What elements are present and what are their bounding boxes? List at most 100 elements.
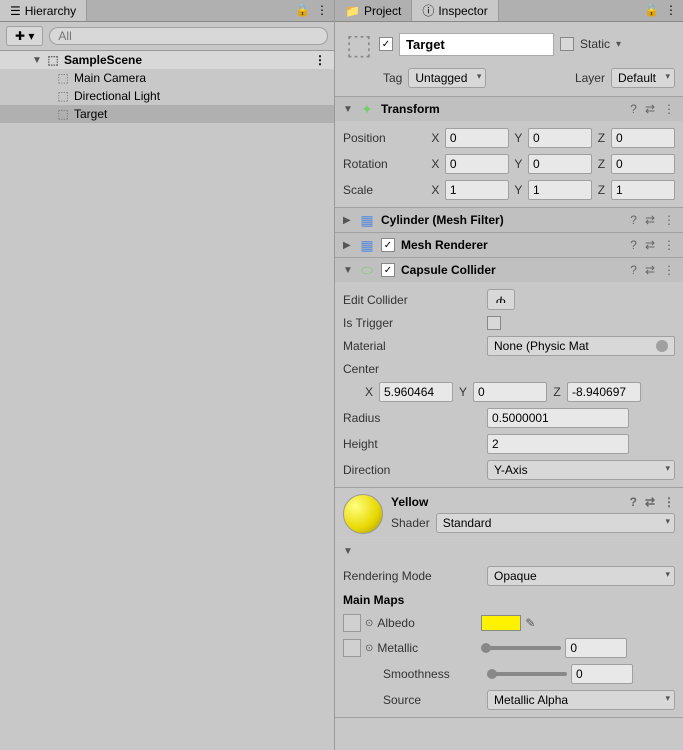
tag-dropdown[interactable]: Untagged bbox=[408, 68, 486, 88]
foldout-icon[interactable]: ▶ bbox=[343, 240, 353, 251]
hierarchy-item-camera[interactable]: ⬚ Main Camera bbox=[0, 69, 334, 87]
metallic-input[interactable] bbox=[565, 638, 627, 658]
rotation-x-input[interactable] bbox=[445, 154, 509, 174]
edit-collider-label: Edit Collider bbox=[343, 293, 483, 307]
center-z-input[interactable] bbox=[567, 382, 641, 402]
center-label: Center bbox=[343, 362, 433, 376]
eyedropper-icon[interactable]: ✎ bbox=[525, 616, 539, 630]
preset-icon[interactable]: ⇄ bbox=[645, 238, 655, 252]
help-icon[interactable]: ? bbox=[630, 495, 637, 509]
layer-dropdown[interactable]: Default bbox=[611, 68, 675, 88]
static-dropdown-icon[interactable]: ▾ bbox=[616, 39, 621, 50]
inspector-tab-label: Inspector bbox=[438, 4, 487, 18]
position-x-input[interactable] bbox=[445, 128, 509, 148]
texture-link-icon[interactable]: ⊙ bbox=[365, 643, 373, 654]
scale-z-input[interactable] bbox=[611, 180, 675, 200]
material-component: Yellow ?⇄⋮ Shader Standard ▼ Rendering M… bbox=[335, 488, 683, 718]
rendering-mode-dropdown[interactable]: Opaque bbox=[487, 566, 675, 586]
foldout-icon[interactable]: ▶ bbox=[343, 215, 353, 226]
height-input[interactable] bbox=[487, 434, 629, 454]
direction-dropdown[interactable]: Y-Axis bbox=[487, 460, 675, 480]
hierarchy-item-target[interactable]: ⬚ Target bbox=[0, 105, 334, 123]
inspector-tab-bar: 📁 Project ⓘ Inspector 🔒 ⋮ bbox=[335, 0, 683, 22]
rotation-z-input[interactable] bbox=[611, 154, 675, 174]
static-checkbox[interactable] bbox=[560, 37, 574, 51]
lock-icon[interactable]: 🔒 bbox=[295, 3, 310, 18]
capsule-collider-component: ▼ ⬭ ✓ Capsule Collider ? ⇄ ⋮ Edit Collider… bbox=[335, 258, 683, 488]
menu-icon[interactable]: ⋮ bbox=[663, 238, 675, 252]
help-icon[interactable]: ? bbox=[630, 263, 637, 277]
position-z-input[interactable] bbox=[611, 128, 675, 148]
scene-menu-icon[interactable]: ⋮ bbox=[314, 53, 326, 67]
radius-input[interactable] bbox=[487, 408, 629, 428]
preset-icon[interactable]: ⇄ bbox=[645, 263, 655, 277]
inspector-tab[interactable]: ⓘ Inspector bbox=[412, 0, 498, 21]
mesh-filter-title: Cylinder (Mesh Filter) bbox=[381, 213, 624, 227]
search-input[interactable] bbox=[49, 27, 328, 45]
rotation-row: Rotation X Y Z bbox=[343, 151, 675, 177]
menu-icon[interactable]: ⋮ bbox=[665, 3, 677, 18]
position-y-input[interactable] bbox=[528, 128, 592, 148]
y-label: Y bbox=[513, 131, 524, 145]
scene-item[interactable]: ▼ ⬚ SampleScene ⋮ bbox=[0, 51, 334, 69]
texture-link-icon[interactable]: ⊙ bbox=[365, 618, 373, 629]
help-icon[interactable]: ? bbox=[630, 102, 637, 116]
foldout-icon[interactable]: ▼ bbox=[32, 55, 42, 66]
menu-icon[interactable]: ⋮ bbox=[663, 102, 675, 116]
menu-icon[interactable]: ⋮ bbox=[663, 495, 675, 509]
is-trigger-checkbox[interactable] bbox=[487, 316, 501, 330]
menu-icon[interactable]: ⋮ bbox=[316, 3, 328, 18]
lock-icon[interactable]: 🔒 bbox=[644, 3, 659, 18]
metallic-slider[interactable] bbox=[481, 646, 561, 650]
project-tab[interactable]: 📁 Project bbox=[335, 0, 412, 21]
source-dropdown[interactable]: Metallic Alpha bbox=[487, 690, 675, 710]
center-y-input[interactable] bbox=[473, 382, 547, 402]
scale-x-input[interactable] bbox=[445, 180, 509, 200]
center-x-input[interactable] bbox=[379, 382, 453, 402]
albedo-texture-slot[interactable] bbox=[343, 614, 361, 632]
hierarchy-tab-bar: ☰ Hierarchy 🔒 ⋮ bbox=[0, 0, 334, 22]
material-foldout-icon[interactable]: ▼ bbox=[343, 546, 353, 557]
static-label: Static bbox=[580, 37, 610, 51]
capsule-collider-title: Capsule Collider bbox=[401, 263, 624, 277]
object-cube-icon[interactable]: ⬚ bbox=[343, 28, 375, 60]
help-icon[interactable]: ? bbox=[630, 213, 637, 227]
smoothness-slider[interactable] bbox=[487, 672, 567, 676]
preset-icon[interactable]: ⇄ bbox=[645, 102, 655, 116]
foldout-icon[interactable]: ▼ bbox=[343, 265, 353, 276]
mesh-renderer-component: ▶ ▦ ✓ Mesh Renderer ?⇄⋮ bbox=[335, 233, 683, 258]
object-picker-icon[interactable] bbox=[656, 340, 668, 352]
hierarchy-tab[interactable]: ☰ Hierarchy bbox=[0, 0, 87, 21]
position-row: Position X Y Z bbox=[343, 125, 675, 151]
albedo-color-swatch[interactable] bbox=[481, 615, 521, 631]
albedo-label: Albedo bbox=[377, 616, 477, 630]
menu-icon[interactable]: ⋮ bbox=[663, 263, 675, 277]
material-field[interactable]: None (Physic Mat bbox=[487, 336, 675, 356]
transform-title: Transform bbox=[381, 102, 624, 116]
help-icon[interactable]: ? bbox=[630, 238, 637, 252]
edit-collider-button[interactable]: ሐ bbox=[487, 289, 515, 310]
object-name-input[interactable] bbox=[399, 33, 554, 56]
metallic-texture-slot[interactable] bbox=[343, 639, 361, 657]
shader-dropdown[interactable]: Standard bbox=[436, 513, 675, 533]
active-checkbox[interactable]: ✓ bbox=[379, 37, 393, 51]
collider-icon: ⬭ bbox=[359, 262, 375, 278]
foldout-icon[interactable]: ▼ bbox=[343, 104, 353, 115]
preset-icon[interactable]: ⇄ bbox=[645, 495, 655, 509]
scale-y-input[interactable] bbox=[528, 180, 592, 200]
menu-icon[interactable]: ⋮ bbox=[663, 213, 675, 227]
hierarchy-item-light[interactable]: ⬚ Directional Light bbox=[0, 87, 334, 105]
smoothness-label: Smoothness bbox=[383, 667, 483, 681]
mesh-renderer-enable-checkbox[interactable]: ✓ bbox=[381, 238, 395, 252]
project-tab-label: Project bbox=[364, 4, 401, 18]
direction-label: Direction bbox=[343, 463, 483, 477]
rotation-y-input[interactable] bbox=[528, 154, 592, 174]
inspector-panel: 📁 Project ⓘ Inspector 🔒 ⋮ ⬚ ✓ Static ▾ T… bbox=[335, 0, 683, 750]
preset-icon[interactable]: ⇄ bbox=[645, 213, 655, 227]
add-button[interactable]: ✚ ▾ bbox=[6, 26, 43, 46]
smoothness-input[interactable] bbox=[571, 664, 633, 684]
capsule-collider-header: ▼ ⬭ ✓ Capsule Collider ? ⇄ ⋮ bbox=[335, 258, 683, 282]
material-preview-icon[interactable] bbox=[343, 494, 383, 534]
collider-enable-checkbox[interactable]: ✓ bbox=[381, 263, 395, 277]
item-label: Target bbox=[74, 107, 107, 121]
